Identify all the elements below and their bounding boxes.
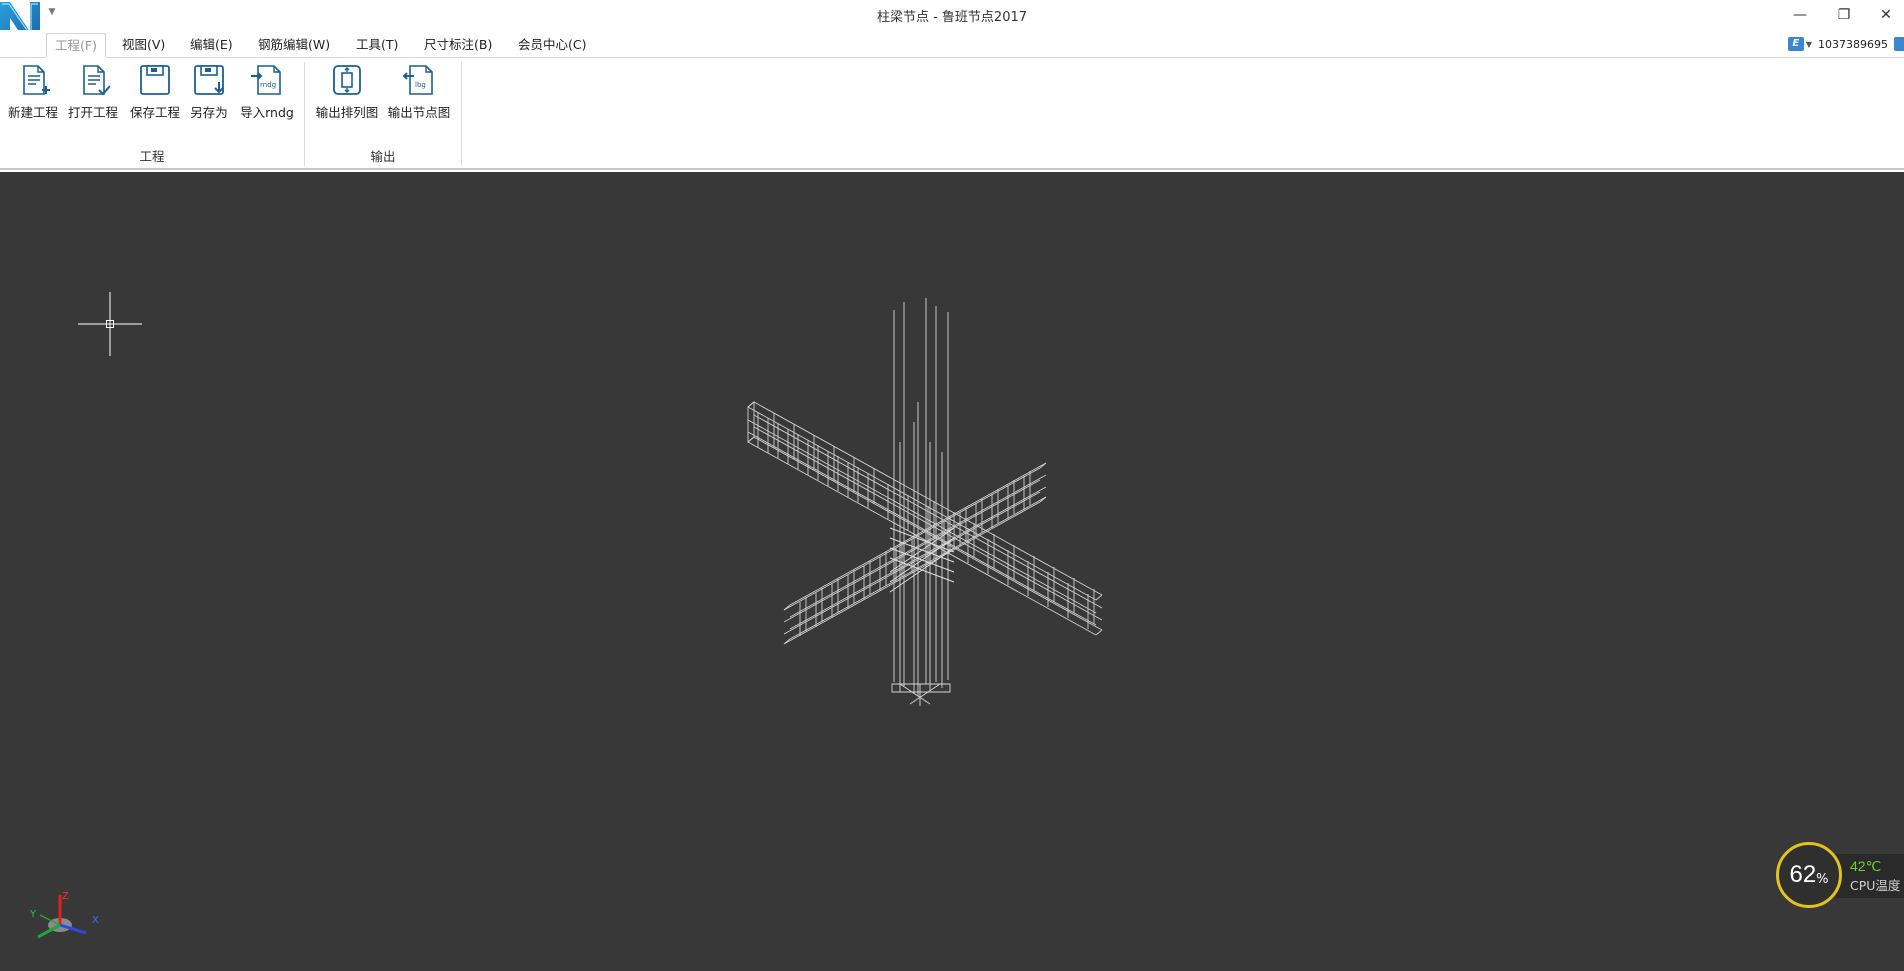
quick-access-dropdown-icon[interactable]: ▼ — [46, 6, 58, 18]
save-project-label: 保存工程 — [129, 105, 180, 120]
cpu-temp-panel: 42℃ CPU温度 — [1836, 854, 1904, 898]
svg-text:rndg: rndg — [260, 81, 276, 89]
cpu-monitor-widget[interactable]: 42℃ CPU温度 62 % — [1776, 842, 1904, 912]
tab-project[interactable]: 工程(F) — [46, 33, 106, 58]
export-layout-button[interactable]: 输出排列图 — [315, 62, 379, 122]
save-project-button[interactable]: 保存工程 — [128, 62, 182, 122]
close-icon: ✕ — [1880, 7, 1892, 23]
cpu-usage-gauge[interactable]: 62 % — [1776, 842, 1842, 908]
close-button[interactable]: ✕ — [1868, 0, 1904, 30]
tab-dimension[interactable]: 尺寸标注(B) — [416, 33, 500, 58]
tab-member-center[interactable]: 会员中心(C) — [510, 33, 594, 58]
tab-view[interactable]: 视图(V) — [114, 33, 173, 58]
import-rndg-label: 导入rndg — [240, 105, 294, 120]
save-as-label: 另存为 — [190, 105, 228, 120]
tab-edit[interactable]: 编辑(E) — [182, 33, 241, 58]
save-as-icon — [194, 65, 224, 95]
minimize-button[interactable]: — — [1782, 0, 1818, 30]
axis-y-label: Y — [29, 909, 37, 920]
export-layout-label: 输出排列图 — [315, 105, 379, 120]
open-project-label: 打开工程 — [67, 105, 118, 120]
user-dropdown-icon[interactable]: ▼ — [1806, 40, 1812, 49]
restore-button[interactable]: ❐ — [1826, 0, 1862, 30]
column-rebar — [891, 298, 951, 706]
cpu-usage-value: 62 — [1789, 861, 1817, 888]
ribbon-group-output-label: 输出 — [370, 149, 396, 164]
3d-viewport[interactable]: Z X Y 42℃ CPU温度 62 % — [0, 172, 1904, 971]
minimize-icon: — — [1793, 7, 1807, 23]
help-icon[interactable] — [1894, 37, 1904, 51]
import-rndg-icon: rndg — [251, 65, 281, 95]
export-node-icon: lbg — [402, 65, 433, 95]
tab-tools[interactable]: 工具(T) — [348, 33, 406, 58]
axis-indicator: Z X Y — [29, 891, 99, 939]
axis-x-label: X — [92, 915, 99, 926]
save-icon — [140, 65, 170, 95]
import-rndg-button[interactable]: rndg 导入rndg — [238, 62, 296, 122]
new-project-label: 新建工程 — [7, 105, 58, 120]
crosshair-cursor-icon — [78, 292, 142, 356]
user-area[interactable]: E ▼ 1037389695 — [1787, 34, 1904, 54]
beam-column-rebar-model[interactable] — [740, 292, 1120, 712]
export-layout-icon — [333, 65, 361, 95]
svg-text:lbg: lbg — [415, 81, 426, 89]
ribbon-group-project-label: 工程 — [139, 149, 165, 164]
beam-b-rebar — [783, 462, 1047, 645]
user-id: 1037389695 — [1818, 37, 1888, 51]
user-icon[interactable]: E — [1787, 37, 1804, 51]
cpu-usage-unit: % — [1816, 871, 1829, 887]
export-node-label: 输出节点图 — [387, 105, 451, 120]
cpu-temperature: 42℃ — [1850, 858, 1882, 874]
open-project-button[interactable]: 打开工程 — [66, 62, 120, 122]
new-document-icon — [23, 65, 50, 95]
app-window: ▼ 柱梁节点 - 鲁班节点2017 — ❐ ✕ 工程(F) 视图(V) 编辑(E… — [0, 0, 1904, 971]
title-bar: ▼ 柱梁节点 - 鲁班节点2017 — ❐ ✕ — [0, 0, 1904, 48]
new-project-button[interactable]: 新建工程 — [6, 62, 60, 122]
ribbon-panel: 新建工程 打开工程 保存工程 另存为 rndg 导入rndg 工程 输出排列图 … — [0, 58, 1904, 170]
export-node-button[interactable]: lbg 输出节点图 — [387, 62, 451, 122]
open-document-icon — [83, 65, 110, 96]
restore-icon: ❐ — [1837, 7, 1851, 23]
ribbon-group-project: 新建工程 打开工程 保存工程 另存为 rndg 导入rndg 工程 — [0, 58, 304, 168]
cpu-temp-label: CPU温度 — [1850, 878, 1901, 893]
axis-z-label: Z — [62, 891, 69, 902]
menu-tab-bar: 工程(F) 视图(V) 编辑(E) 钢筋编辑(W) 工具(T) 尺寸标注(B) … — [0, 30, 1904, 58]
ribbon-divider — [461, 62, 462, 166]
ribbon-group-output: 输出排列图 lbg 输出节点图 输出 — [305, 58, 461, 168]
save-as-button[interactable]: 另存为 — [188, 62, 230, 122]
tab-rebar-edit[interactable]: 钢筋编辑(W) — [250, 33, 338, 58]
window-title: 柱梁节点 - 鲁班节点2017 — [876, 10, 1028, 25]
